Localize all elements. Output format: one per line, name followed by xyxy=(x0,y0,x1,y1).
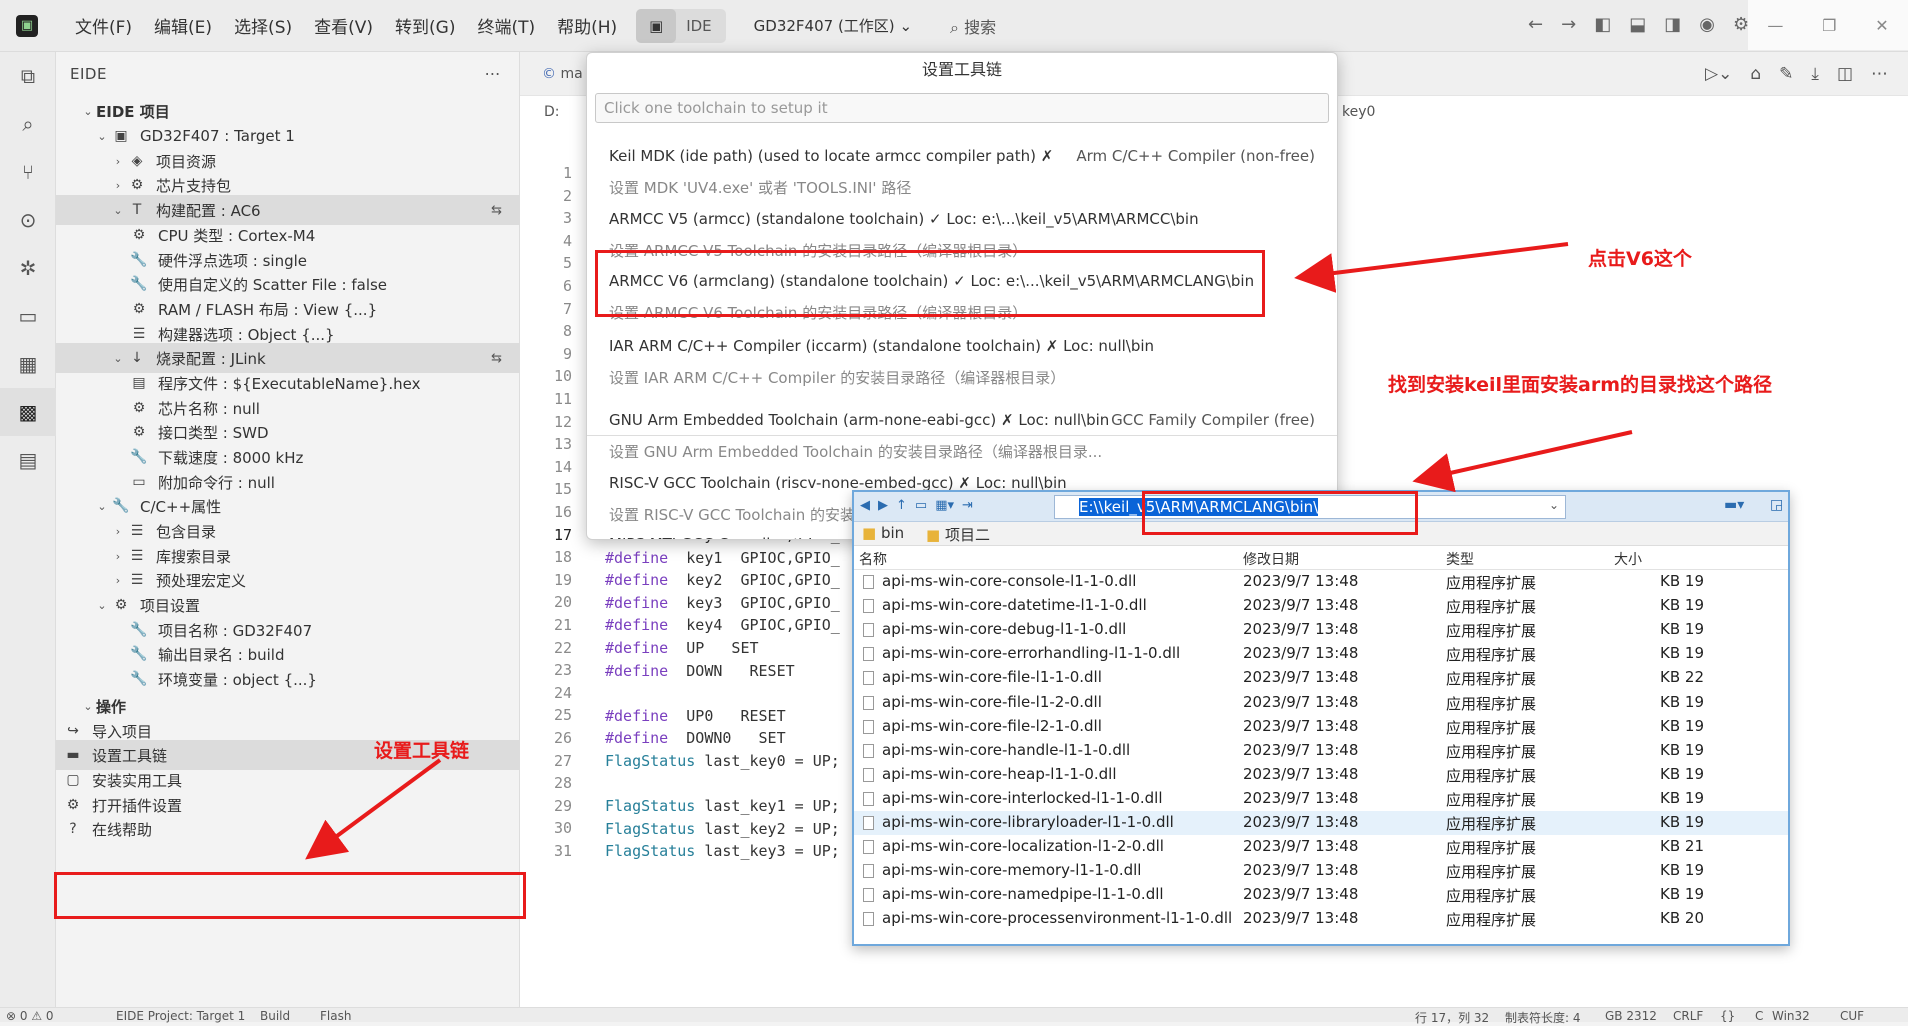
cuf-status[interactable]: CUF xyxy=(1840,1009,1864,1023)
project-status[interactable]: EIDE Project: Target 1 xyxy=(116,1009,245,1023)
eol-status[interactable]: CRLF xyxy=(1673,1009,1703,1023)
build-status[interactable]: Build xyxy=(260,1009,290,1023)
indent-status[interactable]: 制表符长度: 4 xyxy=(1505,1009,1581,1026)
status-bar: ⊗ 0 ⚠ 0 EIDE Project: Target 1 Build Fla… xyxy=(0,1007,1908,1025)
flash-status[interactable]: Flash xyxy=(320,1009,351,1023)
encoding-status[interactable]: GB 2312 xyxy=(1605,1009,1657,1023)
arrow-to-v6 xyxy=(1294,242,1569,293)
cursor-position[interactable]: 行 17，列 32 xyxy=(1415,1009,1489,1026)
platform-status[interactable]: Win32 xyxy=(1772,1009,1810,1023)
braces-status[interactable]: {} xyxy=(1720,1009,1735,1023)
arrow-to-path xyxy=(1412,430,1633,493)
arrow-to-set-toolchain xyxy=(305,758,442,860)
problems-status[interactable]: ⊗ 0 ⚠ 0 xyxy=(6,1009,54,1023)
annotation-arrows xyxy=(305,242,1633,860)
language-status[interactable]: C xyxy=(1755,1009,1763,1023)
